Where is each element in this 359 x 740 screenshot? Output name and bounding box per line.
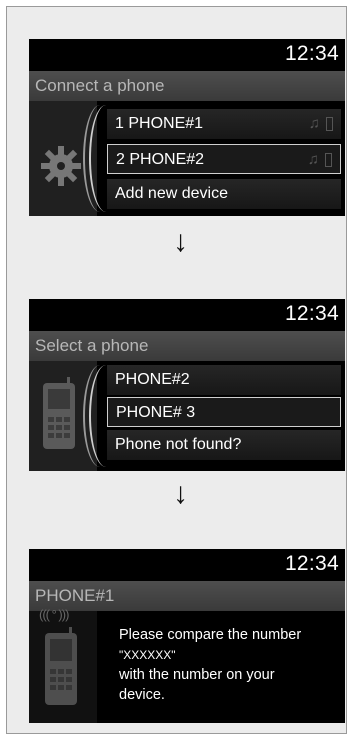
down-arrow-icon: ↓	[173, 477, 188, 510]
mobile-phone-icon	[43, 377, 75, 449]
list-item-phone-not-found[interactable]: Phone not found?	[107, 430, 341, 460]
message-line: "XXXXXX"	[119, 648, 176, 662]
mobile-phone-signal-icon	[45, 627, 77, 705]
clock: 12:34	[284, 302, 339, 325]
list-item-label: Phone not found?	[115, 436, 242, 453]
list-item-phone2[interactable]: PHONE#2	[107, 365, 341, 395]
list-item-label: PHONE# 3	[116, 404, 196, 421]
message-line: Please compare the number	[119, 627, 302, 643]
battery-icon	[326, 117, 333, 132]
compare-number-screen: 12:34 PHONE#1 ((( ° ))) Please compare t…	[29, 549, 345, 723]
gear-icon	[41, 146, 81, 186]
down-arrow-icon: ↓	[173, 225, 188, 258]
clock: 12:34	[284, 552, 339, 575]
clock: 12:34	[284, 42, 339, 65]
list-item-phone1[interactable]: 1 PHONE#1 ♫	[107, 109, 341, 139]
message-line: with the number on your	[119, 667, 275, 683]
signal-waves-icon: ((( ° )))	[39, 607, 69, 622]
select-phone-screen: 12:34 Select a phone PHONE#2 PHONE# 3 Ph…	[29, 299, 345, 471]
list-item-phone3[interactable]: PHONE# 3	[107, 397, 341, 427]
connect-phone-screen: 12:34 Connect a phone 1 PHONE#1 ♫ 2 PHON…	[29, 39, 345, 216]
music-note-icon: ♫	[308, 115, 320, 132]
message-line: device.	[119, 687, 165, 703]
screen-title: Select a phone	[29, 331, 345, 361]
list-item-label: 2 PHONE#2	[116, 151, 205, 168]
list-item-add-new-device[interactable]: Add new device	[107, 179, 341, 209]
screen-title: Connect a phone	[29, 71, 345, 101]
list-item-label: 1 PHONE#1	[115, 115, 204, 132]
screen-title: PHONE#1	[29, 581, 345, 611]
battery-icon	[325, 153, 332, 168]
music-note-icon: ♫	[307, 151, 319, 168]
pairing-message: Please compare the number "XXXXXX" with …	[119, 625, 339, 705]
outer-panel: 12:34 Connect a phone 1 PHONE#1 ♫ 2 PHON…	[6, 6, 347, 734]
list-item-label: PHONE#2	[115, 371, 190, 388]
list-item-phone2[interactable]: 2 PHONE#2 ♫	[107, 144, 341, 174]
list-item-label: Add new device	[115, 185, 228, 202]
